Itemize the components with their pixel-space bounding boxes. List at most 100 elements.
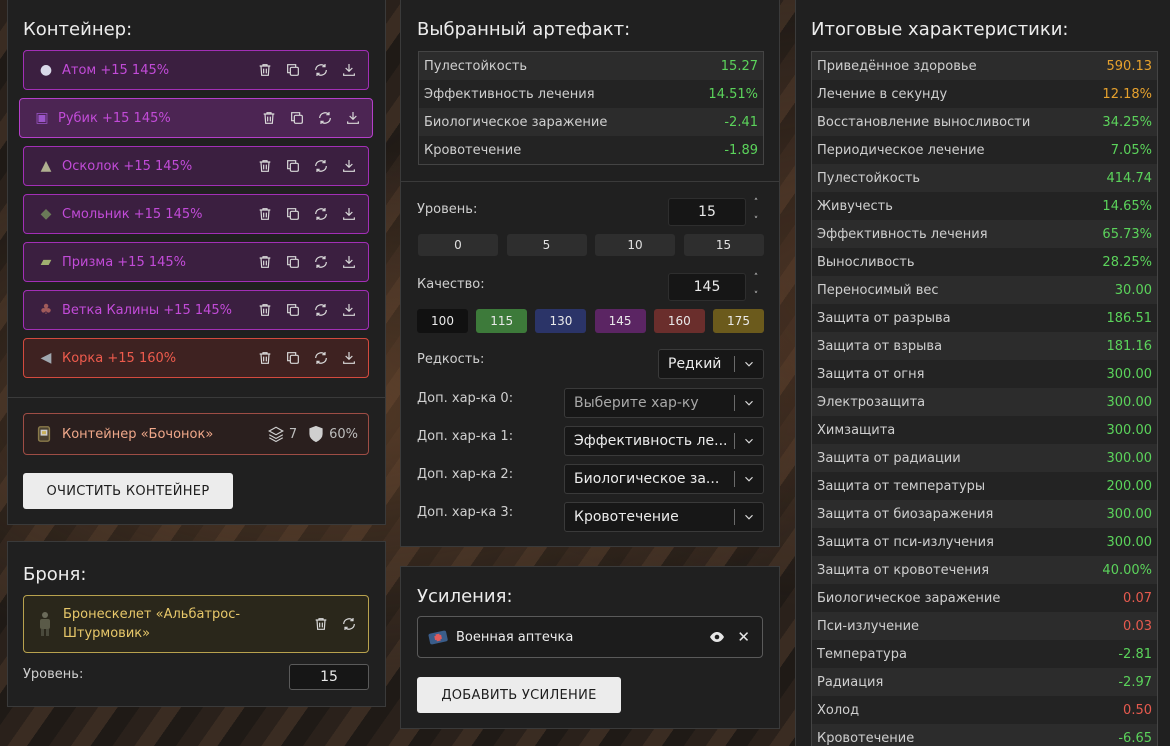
- trash-icon[interactable]: [256, 61, 274, 79]
- copy-icon[interactable]: [288, 109, 306, 127]
- eye-icon[interactable]: [709, 629, 725, 645]
- quality-preset-button[interactable]: 145: [594, 309, 646, 333]
- stat-value: 300.00: [1106, 450, 1153, 466]
- level-preset-button[interactable]: 0: [418, 234, 498, 256]
- stat-value: 40.00%: [1102, 562, 1152, 578]
- artifact-quality-input[interactable]: 145: [668, 273, 746, 301]
- container-protection-value: 60%: [329, 426, 358, 442]
- quality-preset-button[interactable]: 175: [713, 309, 764, 333]
- copy-icon[interactable]: [284, 301, 302, 319]
- download-icon[interactable]: [344, 109, 362, 127]
- trash-icon[interactable]: [256, 349, 274, 367]
- atom-artifact-icon: ●: [39, 62, 53, 78]
- trash-icon[interactable]: [256, 253, 274, 271]
- stat-row: Эффективность лечения 65.73%: [812, 220, 1157, 248]
- add-boost-button[interactable]: ДОБАВИТЬ УСИЛЕНИЕ: [417, 677, 621, 713]
- stat-label: Защита от взрыва: [817, 338, 943, 354]
- copy-icon[interactable]: [284, 157, 302, 175]
- level-stepper[interactable]: ˄ ˅: [750, 198, 762, 226]
- container-item[interactable]: ● Атом +15 145%: [23, 50, 369, 90]
- quality-preset-button[interactable]: 100: [417, 309, 468, 333]
- artifact-level-input[interactable]: 15: [668, 198, 746, 226]
- close-icon[interactable]: ✕: [737, 628, 750, 646]
- quality-preset-button[interactable]: 115: [476, 309, 528, 333]
- rarity-label: Редкость:: [417, 352, 485, 367]
- container-item-name: Ветка Калины +15 145%: [62, 302, 233, 318]
- download-icon[interactable]: [340, 349, 358, 367]
- download-icon[interactable]: [340, 61, 358, 79]
- quality-stepper[interactable]: ˄ ˅: [750, 273, 762, 301]
- stat-value: 590.13: [1106, 58, 1153, 74]
- container-box[interactable]: Контейнер «Бочонок» 7 60%: [23, 413, 369, 455]
- refresh-icon[interactable]: [312, 253, 330, 271]
- stat-value: 0.07: [1123, 590, 1152, 606]
- refresh-icon[interactable]: [312, 157, 330, 175]
- copy-icon[interactable]: [284, 349, 302, 367]
- stat-label: Пулестойкость: [424, 58, 528, 74]
- rarity-select[interactable]: Редкий: [658, 349, 764, 379]
- stat-row: Переносимый вес 30.00: [812, 276, 1157, 304]
- level-preset-button[interactable]: 10: [595, 234, 675, 256]
- container-item[interactable]: ◆ Смольник +15 145%: [23, 194, 369, 234]
- extra-stat-select[interactable]: Кровотечение: [564, 502, 764, 532]
- refresh-icon[interactable]: [316, 109, 334, 127]
- extra-stat-select[interactable]: Биологическое за...: [564, 464, 764, 494]
- container-item[interactable]: ◀ Корка +15 160%: [23, 338, 369, 378]
- medkit-icon: [428, 629, 448, 645]
- extra-stat-select[interactable]: Выберите хар-ку: [564, 388, 764, 418]
- stat-row: Защита от кровотечения 40.00%: [812, 556, 1157, 584]
- copy-icon[interactable]: [284, 205, 302, 223]
- trash-icon[interactable]: [256, 205, 274, 223]
- refresh-icon[interactable]: [340, 615, 358, 633]
- chevron-down-icon[interactable]: ˅: [754, 216, 759, 226]
- container-protection: 60%: [307, 425, 358, 443]
- copy-icon[interactable]: [284, 61, 302, 79]
- stat-value: -2.41: [724, 114, 758, 130]
- download-icon[interactable]: [340, 205, 358, 223]
- boosts-panel: Усиления: Военная аптечка ✕ ДОБАВИТЬ УСИ…: [400, 566, 780, 729]
- boost-item[interactable]: Военная аптечка ✕: [417, 616, 763, 658]
- chevron-down-icon[interactable]: ˅: [754, 291, 759, 301]
- refresh-icon[interactable]: [312, 349, 330, 367]
- container-item[interactable]: ▰ Призма +15 145%: [23, 242, 369, 282]
- stat-value: 186.51: [1106, 310, 1153, 326]
- trash-icon[interactable]: [312, 615, 330, 633]
- container-item[interactable]: ▣ Рубик +15 145%: [19, 98, 373, 138]
- download-icon[interactable]: [340, 301, 358, 319]
- chevron-up-icon[interactable]: ˄: [754, 198, 759, 208]
- clear-container-button[interactable]: ОЧИСТИТЬ КОНТЕЙНЕР: [23, 473, 233, 509]
- stat-label: Электрозащита: [817, 394, 926, 410]
- level-preset-button[interactable]: 15: [683, 234, 764, 256]
- totals-panel: Итоговые характеристики: Приведённое здо…: [795, 0, 1170, 746]
- armor-level-input[interactable]: 15: [289, 664, 369, 690]
- container-box-name: Контейнер «Бочонок»: [62, 426, 214, 442]
- artifact-title: Выбранный артефакт:: [417, 19, 631, 40]
- extra-stat-select[interactable]: Эффективность ле...: [564, 426, 764, 456]
- stat-value: 181.16: [1106, 338, 1153, 354]
- stat-label: Пси-излучение: [817, 618, 920, 634]
- container-item[interactable]: ▲ Осколок +15 145%: [23, 146, 369, 186]
- chevron-up-icon[interactable]: ˄: [754, 273, 759, 283]
- container-title: Контейнер:: [23, 19, 133, 40]
- container-item-name: Атом +15 145%: [62, 62, 170, 78]
- level-preset-button[interactable]: 5: [506, 234, 587, 256]
- stat-value: 0.03: [1123, 618, 1152, 634]
- refresh-icon[interactable]: [312, 61, 330, 79]
- stat-label: Защита от радиации: [817, 450, 961, 466]
- download-icon[interactable]: [340, 157, 358, 175]
- stat-row: Электрозащита 300.00: [812, 388, 1157, 416]
- stat-value: 7.05%: [1110, 142, 1152, 158]
- trash-icon[interactable]: [260, 109, 278, 127]
- copy-icon[interactable]: [284, 253, 302, 271]
- armor-item[interactable]: Бронескелет «Альбатрос-Штурмовик»: [23, 595, 369, 653]
- refresh-icon[interactable]: [312, 301, 330, 319]
- quality-preset-button[interactable]: 130: [535, 309, 587, 333]
- trash-icon[interactable]: [256, 301, 274, 319]
- refresh-icon[interactable]: [312, 205, 330, 223]
- download-icon[interactable]: [340, 253, 358, 271]
- extra-stat-value: Эффективность ле...: [574, 433, 728, 449]
- stat-row: Лечение в секунду 12.18%: [812, 80, 1157, 108]
- trash-icon[interactable]: [256, 157, 274, 175]
- quality-preset-button[interactable]: 160: [653, 309, 705, 333]
- container-item[interactable]: ♣ Ветка Калины +15 145%: [23, 290, 369, 330]
